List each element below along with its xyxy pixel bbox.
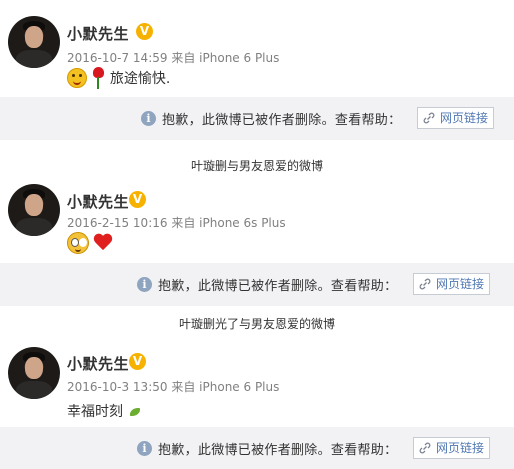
post-meta: 2016-10-7 14:59 来自 iPhone 6 Plus (67, 49, 279, 66)
post-meta: 2016-2-15 10:16 来自 iPhone 6s Plus (67, 214, 286, 231)
author-name[interactable]: 小默先生 (67, 353, 129, 374)
caption-1: 叶璇删与男友恩爱的微博 (190, 159, 323, 173)
post-text: 旅途愉快. (109, 71, 171, 87)
heart-emoji-icon (93, 234, 113, 252)
rose-emoji-icon (91, 67, 105, 89)
link-icon (423, 112, 435, 124)
post-device[interactable]: iPhone 6 Plus (199, 380, 279, 394)
info-icon: i (141, 111, 156, 126)
deleted-notice: i 抱歉，此微博已被作者删除。查看帮助： 网页链接 (0, 427, 514, 469)
deleted-notice: i 抱歉，此微博已被作者删除。查看帮助： 网页链接 (0, 263, 514, 306)
verified-badge-icon: V (129, 353, 146, 370)
source-prefix: 来自 (171, 380, 196, 394)
post-device[interactable]: iPhone 6 Plus (199, 51, 279, 65)
info-icon: i (137, 277, 152, 292)
deleted-message: 抱歉，此微博已被作者删除。查看帮助： (162, 113, 402, 128)
verified-badge-icon: V (136, 23, 153, 40)
web-link-button[interactable]: 网页链接 (413, 273, 491, 295)
deleted-message: 抱歉，此微博已被作者删除。查看帮助： (158, 279, 398, 294)
author-name[interactable]: 小默先生 (67, 23, 129, 44)
source-prefix: 来自 (171, 216, 196, 230)
post-text: 幸福时刻 (67, 404, 123, 420)
web-link-button[interactable]: 网页链接 (413, 437, 491, 459)
info-icon: i (137, 441, 152, 456)
post-content (67, 232, 113, 254)
caption-2: 叶璇删光了与男友恩爱的微博 (178, 317, 335, 331)
web-link-label: 网页链接 (436, 441, 485, 455)
deleted-message: 抱歉，此微博已被作者删除。查看帮助： (158, 443, 398, 458)
leaf-emoji-icon (130, 408, 141, 416)
verified-badge-icon: V (129, 191, 146, 208)
link-icon (419, 442, 431, 454)
post-timestamp[interactable]: 2016-2-15 10:16 (67, 216, 168, 230)
teary-eyes-emoji-icon (67, 232, 89, 254)
post-timestamp[interactable]: 2016-10-3 13:50 (67, 380, 168, 394)
post-device[interactable]: iPhone 6s Plus (199, 216, 285, 230)
deleted-notice: i 抱歉，此微博已被作者删除。查看帮助： 网页链接 (0, 97, 514, 140)
avatar[interactable] (8, 184, 60, 236)
avatar[interactable] (8, 347, 60, 399)
post-content: 幸福时刻 (67, 401, 141, 421)
smile-emoji-icon (67, 68, 87, 88)
link-icon (419, 278, 431, 290)
web-link-label: 网页链接 (436, 277, 485, 291)
post-content: 旅途愉快. (67, 67, 170, 89)
web-link-button[interactable]: 网页链接 (417, 107, 495, 129)
post-timestamp[interactable]: 2016-10-7 14:59 (67, 51, 168, 65)
author-name[interactable]: 小默先生 (67, 191, 129, 212)
source-prefix: 来自 (171, 51, 196, 65)
web-link-label: 网页链接 (440, 111, 489, 125)
avatar[interactable] (8, 16, 60, 68)
post-meta: 2016-10-3 13:50 来自 iPhone 6 Plus (67, 378, 279, 395)
